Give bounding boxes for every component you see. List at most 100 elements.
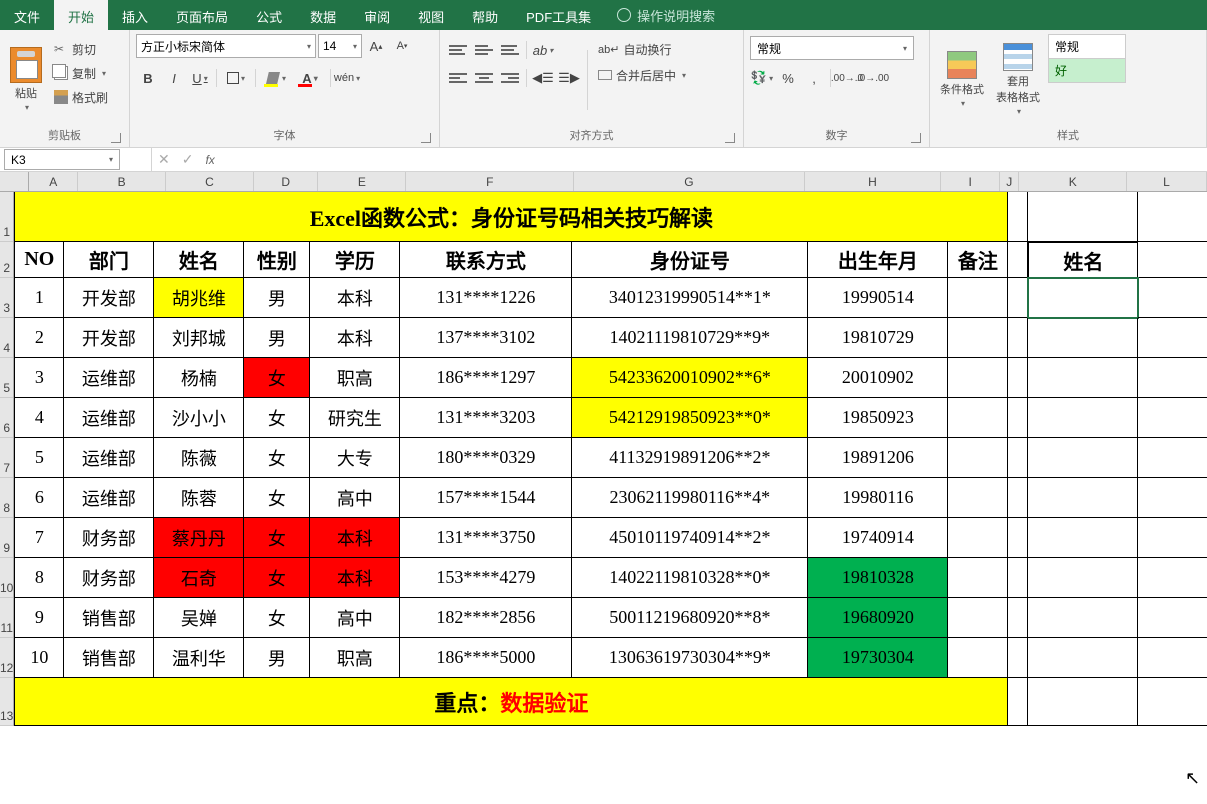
cell[interactable] — [1008, 638, 1028, 678]
data-cell[interactable]: 男 — [244, 638, 310, 678]
row-header-9[interactable]: 9 — [0, 518, 13, 558]
col-header-G[interactable]: G — [574, 172, 804, 191]
decrease-decimal-button[interactable]: .0→.00 — [861, 66, 885, 90]
data-cell[interactable]: 职高 — [310, 358, 400, 398]
data-cell[interactable]: 6 — [14, 478, 64, 518]
data-cell[interactable] — [948, 318, 1008, 358]
tell-me-search[interactable]: 操作说明搜索 — [605, 0, 727, 30]
cell[interactable] — [1138, 242, 1207, 278]
data-cell[interactable]: 运维部 — [64, 438, 154, 478]
row-header-8[interactable]: 8 — [0, 478, 13, 518]
header-cell[interactable]: 部门 — [64, 242, 154, 278]
col-header-F[interactable]: F — [406, 172, 574, 191]
data-cell[interactable]: 14022119810328**0* — [572, 558, 808, 598]
conditional-format-button[interactable]: 条件格式▾ — [936, 34, 988, 125]
fill-color-button[interactable]: ▾ — [260, 66, 292, 90]
header-cell[interactable]: 备注 — [948, 242, 1008, 278]
data-cell[interactable]: 7 — [14, 518, 64, 558]
data-cell[interactable]: 19980116 — [808, 478, 948, 518]
data-cell[interactable]: 财务部 — [64, 558, 154, 598]
cell[interactable] — [1028, 438, 1138, 478]
cell[interactable] — [1008, 318, 1028, 358]
row-header-3[interactable]: 3 — [0, 278, 13, 318]
data-cell[interactable]: 本科 — [310, 278, 400, 318]
data-cell[interactable]: 胡兆维 — [154, 278, 244, 318]
tab-审阅[interactable]: 审阅 — [350, 0, 404, 30]
tab-数据[interactable]: 数据 — [296, 0, 350, 30]
cell[interactable] — [1028, 598, 1138, 638]
cell[interactable] — [1028, 358, 1138, 398]
data-cell[interactable]: 石奇 — [154, 558, 244, 598]
copy-button[interactable]: 复制▾ — [50, 62, 112, 84]
footer-cell[interactable]: 重点：数据验证 — [14, 678, 1008, 726]
header-cell[interactable]: NO — [14, 242, 64, 278]
data-cell[interactable]: 女 — [244, 358, 310, 398]
data-cell[interactable]: 45010119740914**2* — [572, 518, 808, 558]
data-cell[interactable]: 19850923 — [808, 398, 948, 438]
format-as-table-button[interactable]: 套用 表格格式▾ — [992, 34, 1044, 125]
col-header-A[interactable]: A — [29, 172, 78, 191]
merge-center-button[interactable]: 合并后居中▾ — [594, 64, 690, 86]
data-cell[interactable]: 沙小小 — [154, 398, 244, 438]
data-cell[interactable] — [948, 438, 1008, 478]
cut-button[interactable]: ✂剪切 — [50, 38, 112, 60]
data-cell[interactable]: 开发部 — [64, 318, 154, 358]
cell[interactable] — [1138, 518, 1207, 558]
cell[interactable] — [1008, 192, 1028, 242]
data-cell[interactable]: 大专 — [310, 438, 400, 478]
orientation-button[interactable]: ab▾ — [531, 38, 555, 62]
select-all-corner[interactable] — [0, 172, 29, 191]
cell[interactable] — [1008, 398, 1028, 438]
data-cell[interactable]: 运维部 — [64, 478, 154, 518]
data-cell[interactable]: 陈蓉 — [154, 478, 244, 518]
header-cell[interactable]: 姓名 — [1028, 242, 1138, 278]
data-cell[interactable]: 19891206 — [808, 438, 948, 478]
data-cell[interactable]: 运维部 — [64, 358, 154, 398]
header-cell[interactable]: 联系方式 — [400, 242, 572, 278]
data-cell[interactable]: 温利华 — [154, 638, 244, 678]
data-cell[interactable]: 131****3203 — [400, 398, 572, 438]
number-format-combo[interactable]: 常规▾ — [750, 36, 914, 60]
fx-icon[interactable]: fx — [205, 153, 214, 167]
worksheet-grid[interactable]: ABCDEFGHIJKL 12345678910111213 Excel函数公式… — [0, 172, 1207, 726]
enter-icon[interactable]: ✓ — [182, 151, 194, 168]
title-cell[interactable]: Excel函数公式：身份证号码相关技巧解读 — [14, 192, 1008, 242]
data-cell[interactable]: 186****5000 — [400, 638, 572, 678]
data-cell[interactable] — [948, 558, 1008, 598]
header-cell[interactable]: 学历 — [310, 242, 400, 278]
data-cell[interactable]: 153****4279 — [400, 558, 572, 598]
underline-button[interactable]: U▾ — [188, 66, 212, 90]
cell[interactable] — [1008, 678, 1028, 726]
col-header-J[interactable]: J — [1000, 172, 1020, 191]
increase-indent-button[interactable]: ☰▶ — [557, 66, 581, 90]
data-cell[interactable]: 54233620010902**6* — [572, 358, 808, 398]
row-header-13[interactable]: 13 — [0, 678, 13, 726]
data-cell[interactable]: 本科 — [310, 518, 400, 558]
format-painter-button[interactable]: 格式刷 — [50, 86, 112, 108]
data-cell[interactable]: 13063619730304**9* — [572, 638, 808, 678]
data-cell[interactable]: 销售部 — [64, 638, 154, 678]
data-cell[interactable]: 女 — [244, 598, 310, 638]
cell[interactable] — [1008, 598, 1028, 638]
cell[interactable] — [1028, 558, 1138, 598]
align-bottom-button[interactable] — [498, 38, 522, 62]
data-cell[interactable] — [948, 358, 1008, 398]
data-cell[interactable]: 女 — [244, 438, 310, 478]
data-cell[interactable]: 男 — [244, 318, 310, 358]
col-header-E[interactable]: E — [318, 172, 406, 191]
data-cell[interactable]: 131****3750 — [400, 518, 572, 558]
data-cell[interactable]: 19990514 — [808, 278, 948, 318]
tab-文件[interactable]: 文件 — [0, 0, 54, 30]
data-cell[interactable]: 14021119810729**9* — [572, 318, 808, 358]
cell[interactable] — [1138, 598, 1207, 638]
row-header-10[interactable]: 10 — [0, 558, 13, 598]
data-cell[interactable]: 19730304 — [808, 638, 948, 678]
font-size-combo[interactable]: 14▾ — [318, 34, 362, 58]
data-cell[interactable]: 50011219680920**8* — [572, 598, 808, 638]
data-cell[interactable]: 4 — [14, 398, 64, 438]
data-cell[interactable] — [948, 518, 1008, 558]
cell[interactable] — [1028, 518, 1138, 558]
data-cell[interactable]: 3 — [14, 358, 64, 398]
data-cell[interactable]: 10 — [14, 638, 64, 678]
accounting-format-button[interactable]: 💱▾ — [750, 66, 774, 90]
